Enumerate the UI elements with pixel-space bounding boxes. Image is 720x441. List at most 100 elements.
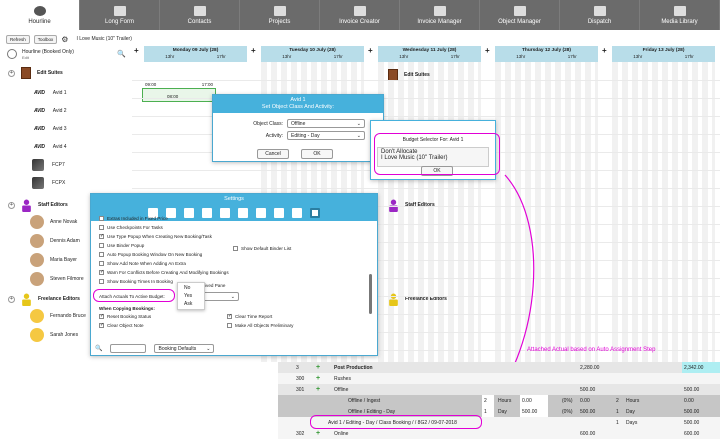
expand-icon[interactable]: +	[8, 69, 15, 77]
add-icon[interactable]: +	[314, 384, 320, 395]
gear-icon[interactable]: ⚙	[61, 35, 68, 44]
nav-label: Invoice Creator	[339, 18, 380, 25]
defaults-select[interactable]: Booking Defaults ⌄	[154, 344, 215, 353]
attach-select[interactable]: ⌄	[201, 292, 239, 301]
copy-row[interactable]: ✓ Clear Time Report	[227, 314, 272, 319]
nav-item-invoice-creator[interactable]: Invoice Creator	[320, 0, 400, 30]
settings-row[interactable]: Use Binder Popup	[99, 243, 144, 248]
checkbox[interactable]	[99, 279, 104, 284]
qty[interactable]: 2	[482, 395, 494, 406]
cancel-button[interactable]: Cancel	[257, 149, 289, 159]
checkbox[interactable]	[99, 252, 104, 257]
sliders-icon[interactable]	[310, 208, 320, 218]
top-navigation: Hourline Long Form Contacts Projects Invoice…	[0, 0, 720, 30]
ok-button[interactable]: OK	[301, 149, 333, 159]
copy-row[interactable]: Make All Objects Preliminary	[227, 323, 293, 328]
option-ask[interactable]: Ask	[178, 300, 204, 308]
table-row[interactable]: 302 + Online 600.00 600.00	[278, 428, 720, 439]
checkbox[interactable]: ✓	[99, 234, 104, 239]
row-number	[294, 417, 296, 428]
settings-row[interactable]: Show Add Note When Adding An Extra	[99, 261, 186, 266]
settings-row[interactable]: Auto Popup Booking Window On New Booking	[99, 252, 202, 257]
add-day-icon[interactable]: +	[368, 47, 376, 55]
person-icon	[22, 293, 31, 306]
contacts-icon[interactable]	[238, 208, 248, 218]
search-icon[interactable]: 🔍	[117, 50, 126, 58]
room-row[interactable]: FCPX	[0, 176, 132, 190]
hourline-title: Hourline (Booked Only)	[22, 48, 74, 55]
price[interactable]: 500.00	[520, 406, 548, 417]
checkbox[interactable]	[99, 216, 104, 221]
amount: 500.00	[580, 408, 596, 415]
nav-item-hourline[interactable]: Hourline	[0, 0, 80, 30]
add-icon[interactable]: +	[314, 362, 320, 373]
mountain-icon[interactable]	[184, 208, 194, 218]
list-icon[interactable]	[256, 208, 266, 218]
table-row[interactable]: 300 + Rushes	[278, 373, 720, 384]
add-icon[interactable]: +	[314, 373, 320, 384]
add-icon[interactable]: +	[314, 428, 320, 439]
expand-icon[interactable]: +	[8, 201, 15, 209]
booking-start: 09:00	[145, 82, 157, 87]
refresh-button[interactable]: Refresh	[6, 34, 30, 44]
toolbar: Refresh Toolbox ⚙ I Love Music (10" Trai…	[0, 32, 720, 46]
hour-label: 13hr	[165, 54, 175, 59]
option-yes[interactable]: Yes	[178, 292, 204, 300]
amount-actual: 600.00	[684, 430, 700, 437]
table-row[interactable]: 301 + Offline 500.00 500.00	[278, 384, 720, 395]
checkbox[interactable]	[99, 243, 104, 248]
settings-row[interactable]: ✓ Warn For Conflicts Before Creating And …	[99, 270, 229, 275]
add-day-icon[interactable]: +	[134, 47, 142, 55]
add-day-icon[interactable]: +	[251, 47, 259, 55]
group-label: Edit Suites	[37, 70, 63, 76]
price[interactable]: 0.00	[520, 395, 548, 406]
chevron-down-icon: ⌄	[230, 293, 235, 300]
room-row[interactable]: FCP7	[0, 158, 132, 172]
calculator-icon[interactable]	[274, 208, 284, 218]
nav-item-contacts[interactable]: Contacts	[160, 0, 240, 30]
copy-row[interactable]: ✓ Reset Booking Status	[99, 314, 151, 319]
qty[interactable]: 1	[482, 406, 494, 417]
day-header: Wednesday 11 July (28) 13hr 17hr	[378, 46, 481, 62]
settings-row[interactable]: Extras Included in Fixed Price	[99, 216, 168, 221]
checkbox[interactable]: ✓	[99, 270, 104, 275]
scrollbar[interactable]	[369, 274, 372, 314]
settings-row[interactable]: ✓ Use Type Popup When Creating New Bookin…	[99, 234, 212, 239]
settings-row[interactable]: Show Booking Times In Booking	[99, 279, 173, 284]
toolbox-button[interactable]: Toolbox	[33, 34, 58, 44]
copy-row[interactable]: ✓ Clear Object Note	[99, 323, 144, 328]
checkbox[interactable]	[233, 246, 238, 251]
briefcase-icon[interactable]	[202, 208, 212, 218]
table-row[interactable]: 3 + Post Production 2,280.00 2,342.00	[278, 362, 720, 373]
nav-item-invoice-manager[interactable]: Invoice Manager	[400, 0, 480, 30]
room-row[interactable]: AVID Avid 1	[0, 86, 132, 100]
nav-item-object-manager[interactable]: Object Manager	[480, 0, 560, 30]
room-row[interactable]: AVID Avid 2	[0, 104, 132, 118]
settings-search-input[interactable]	[110, 344, 147, 353]
group-edit-suites[interactable]: + Edit Suites	[0, 66, 132, 80]
nav-item-projects[interactable]: Projects	[240, 0, 320, 30]
nav-item-long-form[interactable]: Long Form	[80, 0, 160, 30]
amount: 500.00	[580, 386, 596, 393]
checkbox[interactable]	[99, 261, 104, 266]
expand-icon[interactable]: +	[8, 295, 15, 303]
show-default-binder-row[interactable]: Show Default Binder List	[233, 246, 291, 251]
person-icon	[389, 199, 398, 212]
checkbox[interactable]	[99, 225, 104, 230]
add-day-icon[interactable]: +	[485, 47, 493, 55]
activity-select[interactable]: Editing - Day ⌄	[287, 131, 365, 140]
booking-block[interactable]: 09:00 17:00 08:00	[142, 82, 216, 102]
object-class-select[interactable]: Offline ⌄	[287, 119, 365, 128]
row-label: Offline / Ingest	[348, 397, 381, 404]
card-icon[interactable]	[220, 208, 230, 218]
add-day-icon[interactable]: +	[602, 47, 610, 55]
nav-item-media-library[interactable]: Media Library	[640, 0, 720, 30]
trash-icon[interactable]	[292, 208, 302, 218]
table-row[interactable]: Offline / Ingest 2 Hours 0.00 (0%) 0.00 2 Hours…	[278, 395, 720, 406]
nav-label: Media Library	[661, 18, 698, 25]
room-row[interactable]: AVID Avid 3	[0, 122, 132, 136]
settings-row[interactable]: Use Checkpoints For Tasks	[99, 225, 163, 230]
option-no[interactable]: No	[178, 284, 204, 292]
room-row[interactable]: AVID Avid 4	[0, 140, 132, 154]
nav-item-dispatch[interactable]: Dispatch	[560, 0, 640, 30]
